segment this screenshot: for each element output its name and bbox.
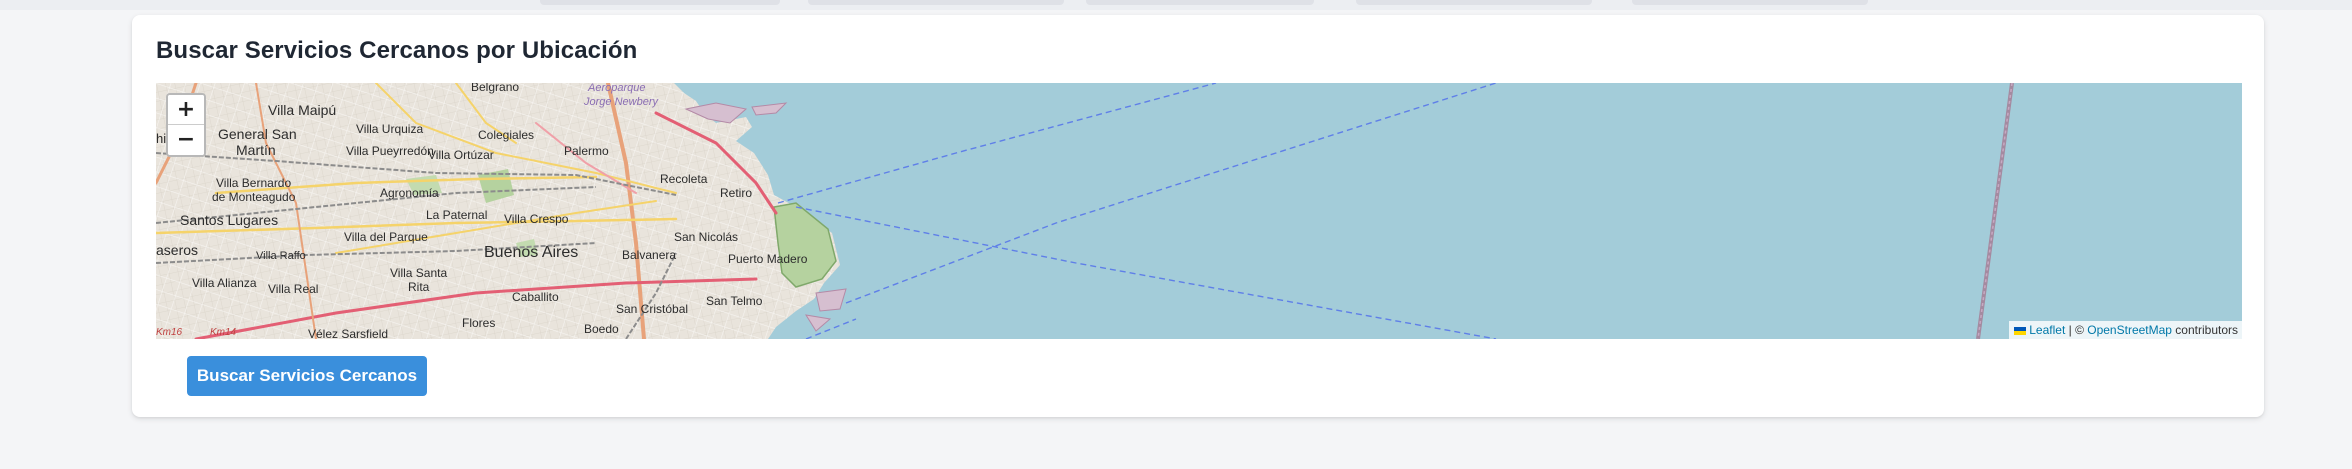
section-title: Buscar Servicios Cercanos por Ubicación: [156, 37, 638, 64]
place-velez-sarsfield: Vélez Sarsfield: [308, 327, 388, 339]
search-nearby-button[interactable]: Buscar Servicios Cercanos: [187, 356, 427, 396]
place-belgrano: Belgrano: [471, 83, 519, 94]
place-martin: Martín: [236, 142, 276, 158]
map-attribution: Leaflet | © OpenStreetMap contributors: [2009, 321, 2242, 339]
ukraine-flag-icon: [2014, 327, 2027, 335]
strip-segment: [1632, 0, 1868, 5]
place-jorge-newbery: Jorge Newbery: [583, 96, 659, 108]
place-la-paternal: La Paternal: [426, 208, 487, 222]
place-villa-bernardo: Villa Bernardo: [216, 176, 291, 190]
place-villa-real: Villa Real: [268, 282, 318, 296]
place-colegiales: Colegiales: [478, 128, 534, 142]
place-recoleta: Recoleta: [660, 172, 708, 186]
place-balvanera: Balvanera: [622, 248, 676, 262]
leaflet-link[interactable]: Leaflet: [2029, 323, 2065, 337]
attribution-separator: | ©: [2065, 323, 2088, 337]
place-boedo: Boedo: [584, 322, 619, 336]
place-villa-del-parque: Villa del Parque: [344, 230, 428, 244]
zoom-in-button[interactable]: +: [168, 95, 204, 125]
place-buenos-aires: Buenos Aires: [484, 244, 578, 261]
place-villa-ortuzar: Villa Ortúzar: [428, 148, 494, 162]
label-km14: Km14: [210, 327, 237, 338]
place-villa-raffo: Villa Raffo: [256, 250, 306, 262]
nearby-search-card: Buscar Servicios Cercanos por Ubicación: [132, 15, 2264, 417]
attribution-suffix: contributors: [2171, 323, 2238, 337]
place-caballito: Caballito: [512, 290, 559, 304]
place-de-monteagudo: de Monteagudo: [212, 190, 296, 204]
openstreetmap-link[interactable]: OpenStreetMap: [2087, 323, 2172, 337]
label-km16: Km16: [156, 327, 183, 338]
strip-segment: [1086, 0, 1314, 5]
place-flores: Flores: [462, 316, 495, 330]
map-tiles[interactable]: Belgrano Villa Maipú Aeroparque Jorge Ne…: [156, 83, 2242, 339]
strip-segment: [1356, 0, 1592, 5]
place-edge-hi: hi: [156, 131, 166, 146]
place-villa-pueyrredon: Villa Pueyrredón: [346, 144, 434, 158]
place-villa-santa: Villa Santa: [390, 266, 447, 280]
place-san-nicolas: San Nicolás: [674, 230, 738, 244]
place-rita: Rita: [408, 280, 430, 294]
place-villa-maipu: Villa Maipú: [268, 102, 336, 118]
place-villa-alianza: Villa Alianza: [192, 276, 257, 290]
zoom-out-button[interactable]: −: [168, 125, 204, 155]
strip-segment: [540, 0, 780, 5]
place-agronomia: Agronomía: [380, 186, 439, 200]
place-villa-urquiza: Villa Urquiza: [356, 122, 423, 136]
place-san-cristobal: San Cristóbal: [616, 302, 688, 316]
place-san-telmo: San Telmo: [706, 294, 763, 308]
place-villa-crespo: Villa Crespo: [504, 212, 569, 226]
place-aeroparque: Aeroparque: [587, 83, 646, 94]
place-caseros: aseros: [156, 242, 198, 258]
top-strip: [0, 0, 2352, 10]
zoom-control: + −: [166, 93, 206, 157]
place-santos-lugares: Santos Lugares: [180, 212, 278, 228]
place-retiro: Retiro: [720, 186, 752, 200]
place-general-san: General San: [218, 126, 297, 142]
place-palermo: Palermo: [564, 144, 609, 158]
location-map[interactable]: Belgrano Villa Maipú Aeroparque Jorge Ne…: [156, 83, 2242, 339]
place-puerto-madero: Puerto Madero: [728, 252, 808, 266]
strip-segment: [808, 0, 1064, 5]
